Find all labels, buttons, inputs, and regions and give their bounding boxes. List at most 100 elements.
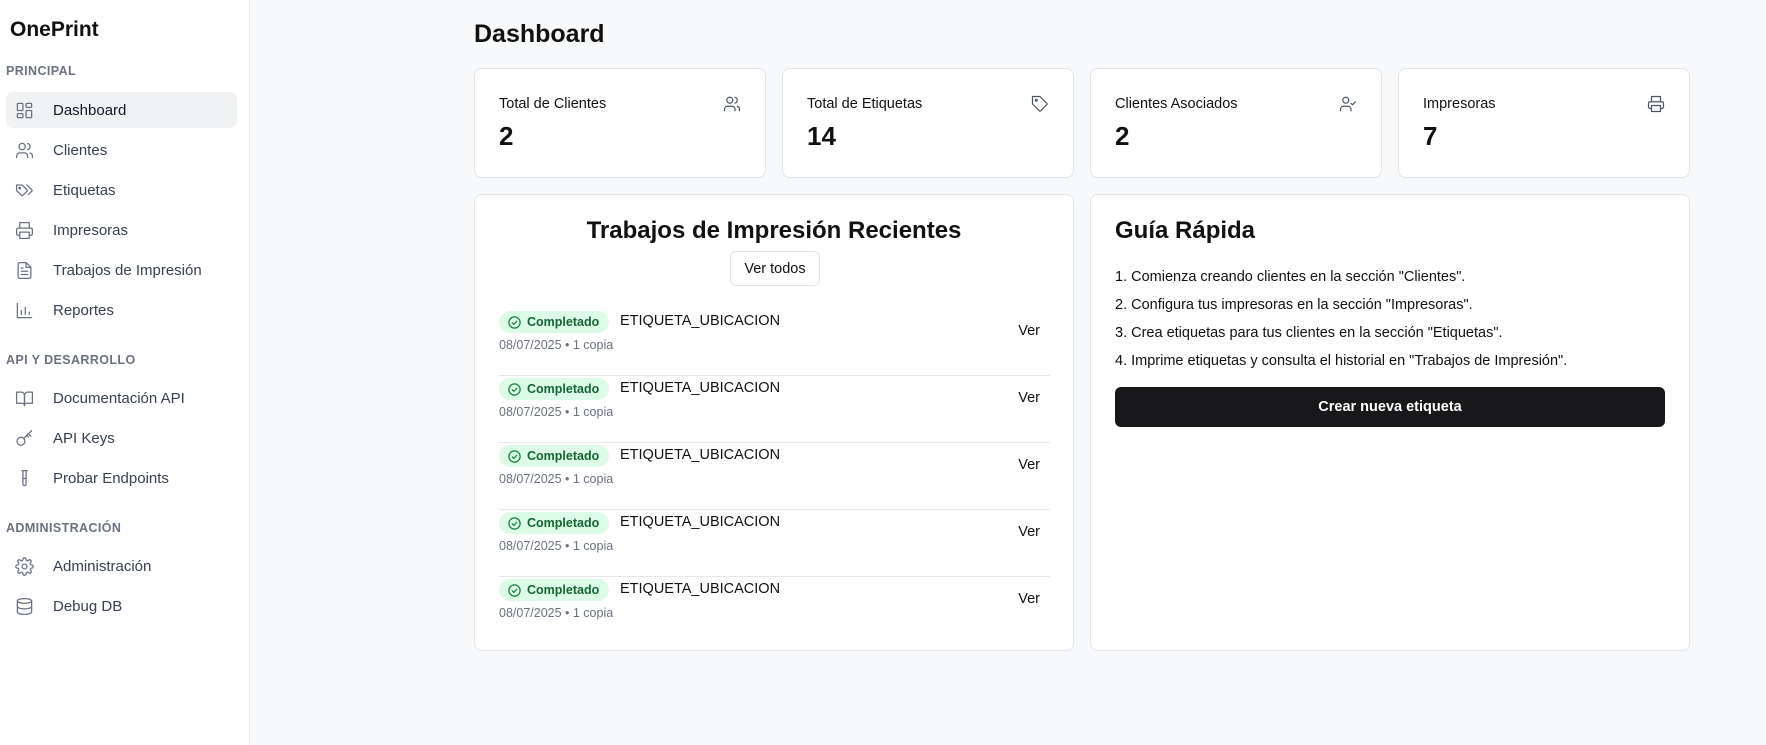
tag-icon <box>1031 95 1049 113</box>
bar-chart-icon <box>14 300 34 320</box>
job-name: ETIQUETA_UBICACION <box>620 313 781 329</box>
stat-value: 2 <box>1115 121 1130 151</box>
quick-guide-card: Guía Rápida 1. Comienza creando clientes… <box>1090 194 1690 651</box>
sidebar-item-clientes[interactable]: Clientes <box>6 132 237 168</box>
stat-value: 14 <box>807 121 836 151</box>
job-view-button[interactable]: Ver <box>1018 323 1040 339</box>
sidebar-item-impresoras[interactable]: Impresoras <box>6 212 237 248</box>
job-view-button[interactable]: Ver <box>1018 390 1040 406</box>
job-meta: 08/07/2025 • 1 copia <box>499 606 614 620</box>
stat-value: 7 <box>1423 121 1438 151</box>
job-view-button[interactable]: Ver <box>1018 591 1040 607</box>
job-name: ETIQUETA_UBICACION <box>620 514 781 530</box>
sidebar: OnePrint PRINCIPAL Dashboard Clientes Et… <box>0 0 250 745</box>
gear-icon <box>14 556 34 576</box>
database-icon <box>14 596 34 616</box>
status-badge-label: Completado <box>527 449 600 463</box>
status-badge: Completado <box>499 311 610 333</box>
job-view-button[interactable]: Ver <box>1018 457 1040 473</box>
sidebar-item-label: Trabajos de Impresión <box>53 261 202 279</box>
sidebar-item-etiquetas[interactable]: Etiquetas <box>6 172 237 208</box>
sidebar-item-documentacion-api[interactable]: Documentación API <box>6 380 237 416</box>
job-meta: 08/07/2025 • 1 copia <box>499 338 614 352</box>
job-row: Completado ETIQUETA_UBICACION 08/07/2025… <box>499 376 1050 443</box>
sidebar-item-dashboard[interactable]: Dashboard <box>6 92 237 128</box>
page-title: Dashboard <box>474 20 605 48</box>
sidebar-item-label: Administración <box>53 557 152 575</box>
sidebar-item-trabajos[interactable]: Trabajos de Impresión <box>6 252 237 288</box>
status-badge: Completado <box>499 579 610 601</box>
sidebar-section-api: API Y DESARROLLO <box>6 353 136 367</box>
status-badge-label: Completado <box>527 516 600 530</box>
stat-label: Total de Clientes <box>499 96 607 112</box>
job-name: ETIQUETA_UBICACION <box>620 581 781 597</box>
status-badge-label: Completado <box>527 382 600 396</box>
job-meta: 08/07/2025 • 1 copia <box>499 539 614 553</box>
stat-card-total-etiquetas: Total de Etiquetas 14 <box>782 68 1074 178</box>
check-circle-icon <box>508 315 521 329</box>
job-name: ETIQUETA_UBICACION <box>620 447 781 463</box>
sidebar-item-label: Etiquetas <box>53 181 116 199</box>
guide-step: 4. Imprime etiquetas y consulta el histo… <box>1115 353 1568 369</box>
check-circle-icon <box>508 449 521 463</box>
sidebar-item-label: Reportes <box>53 301 114 319</box>
check-circle-icon <box>508 382 521 396</box>
tags-icon <box>14 180 34 200</box>
sidebar-item-label: Clientes <box>53 141 108 159</box>
job-row: Completado ETIQUETA_UBICACION 08/07/2025… <box>499 309 1050 376</box>
key-icon <box>14 428 34 448</box>
sidebar-item-label: Debug DB <box>53 597 123 615</box>
sidebar-item-administracion[interactable]: Administración <box>6 548 237 584</box>
status-badge-label: Completado <box>527 315 600 329</box>
check-circle-icon <box>508 583 521 597</box>
job-meta: 08/07/2025 • 1 copia <box>499 472 614 486</box>
job-row: Completado ETIQUETA_UBICACION 08/07/2025… <box>499 510 1050 577</box>
sidebar-item-label: Documentación API <box>53 389 185 407</box>
users-icon <box>723 95 741 113</box>
status-badge: Completado <box>499 378 610 400</box>
quick-guide-title: Guía Rápida <box>1115 217 1256 244</box>
stat-label: Impresoras <box>1423 96 1496 112</box>
guide-step: 2. Configura tus impresoras en la secció… <box>1115 297 1473 313</box>
status-badge: Completado <box>499 512 610 534</box>
job-meta: 08/07/2025 • 1 copia <box>499 405 614 419</box>
recent-jobs-card: Trabajos de Impresión Recientes Ver todo… <box>474 194 1074 651</box>
stat-card-total-clientes: Total de Clientes 2 <box>474 68 766 178</box>
sidebar-item-debug-db[interactable]: Debug DB <box>6 588 237 624</box>
sidebar-item-label: API Keys <box>53 429 115 447</box>
sidebar-item-label: Probar Endpoints <box>53 469 169 487</box>
job-row: Completado ETIQUETA_UBICACION 08/07/2025… <box>499 577 1050 644</box>
sidebar-item-reportes[interactable]: Reportes <box>6 292 237 328</box>
create-label-button[interactable]: Crear nueva etiqueta <box>1115 387 1665 427</box>
sidebar-section-administracion: ADMINISTRACIÓN <box>6 521 122 535</box>
book-open-icon <box>14 388 34 408</box>
stat-card-impresoras: Impresoras 7 <box>1398 68 1690 178</box>
status-badge: Completado <box>499 445 610 467</box>
guide-step: 1. Comienza creando clientes en la secci… <box>1115 269 1466 285</box>
printer-icon <box>14 220 34 240</box>
status-badge-label: Completado <box>527 583 600 597</box>
sidebar-item-label: Dashboard <box>53 101 127 119</box>
stat-card-clientes-asociados: Clientes Asociados 2 <box>1090 68 1382 178</box>
sidebar-item-api-keys[interactable]: API Keys <box>6 420 237 456</box>
users-icon <box>14 140 34 160</box>
test-tube-icon <box>14 468 34 488</box>
dashboard-icon <box>14 100 34 120</box>
stat-value: 2 <box>499 121 514 151</box>
view-all-button[interactable]: Ver todos <box>730 251 820 286</box>
recent-jobs-title: Trabajos de Impresión Recientes <box>586 217 962 244</box>
check-circle-icon <box>508 516 521 530</box>
sidebar-section-principal: PRINCIPAL <box>6 64 77 78</box>
sidebar-item-probar-endpoints[interactable]: Probar Endpoints <box>6 460 237 496</box>
printer-icon <box>1647 95 1665 113</box>
stat-label: Total de Etiquetas <box>807 96 923 112</box>
sidebar-item-label: Impresoras <box>53 221 129 239</box>
job-row: Completado ETIQUETA_UBICACION 08/07/2025… <box>499 443 1050 510</box>
user-check-icon <box>1339 95 1357 113</box>
stat-label: Clientes Asociados <box>1115 96 1238 112</box>
guide-step: 3. Crea etiquetas para tus clientes en l… <box>1115 325 1503 341</box>
job-name: ETIQUETA_UBICACION <box>620 380 781 396</box>
job-view-button[interactable]: Ver <box>1018 524 1040 540</box>
file-text-icon <box>14 260 34 280</box>
brand-logo[interactable]: OnePrint <box>10 18 99 42</box>
